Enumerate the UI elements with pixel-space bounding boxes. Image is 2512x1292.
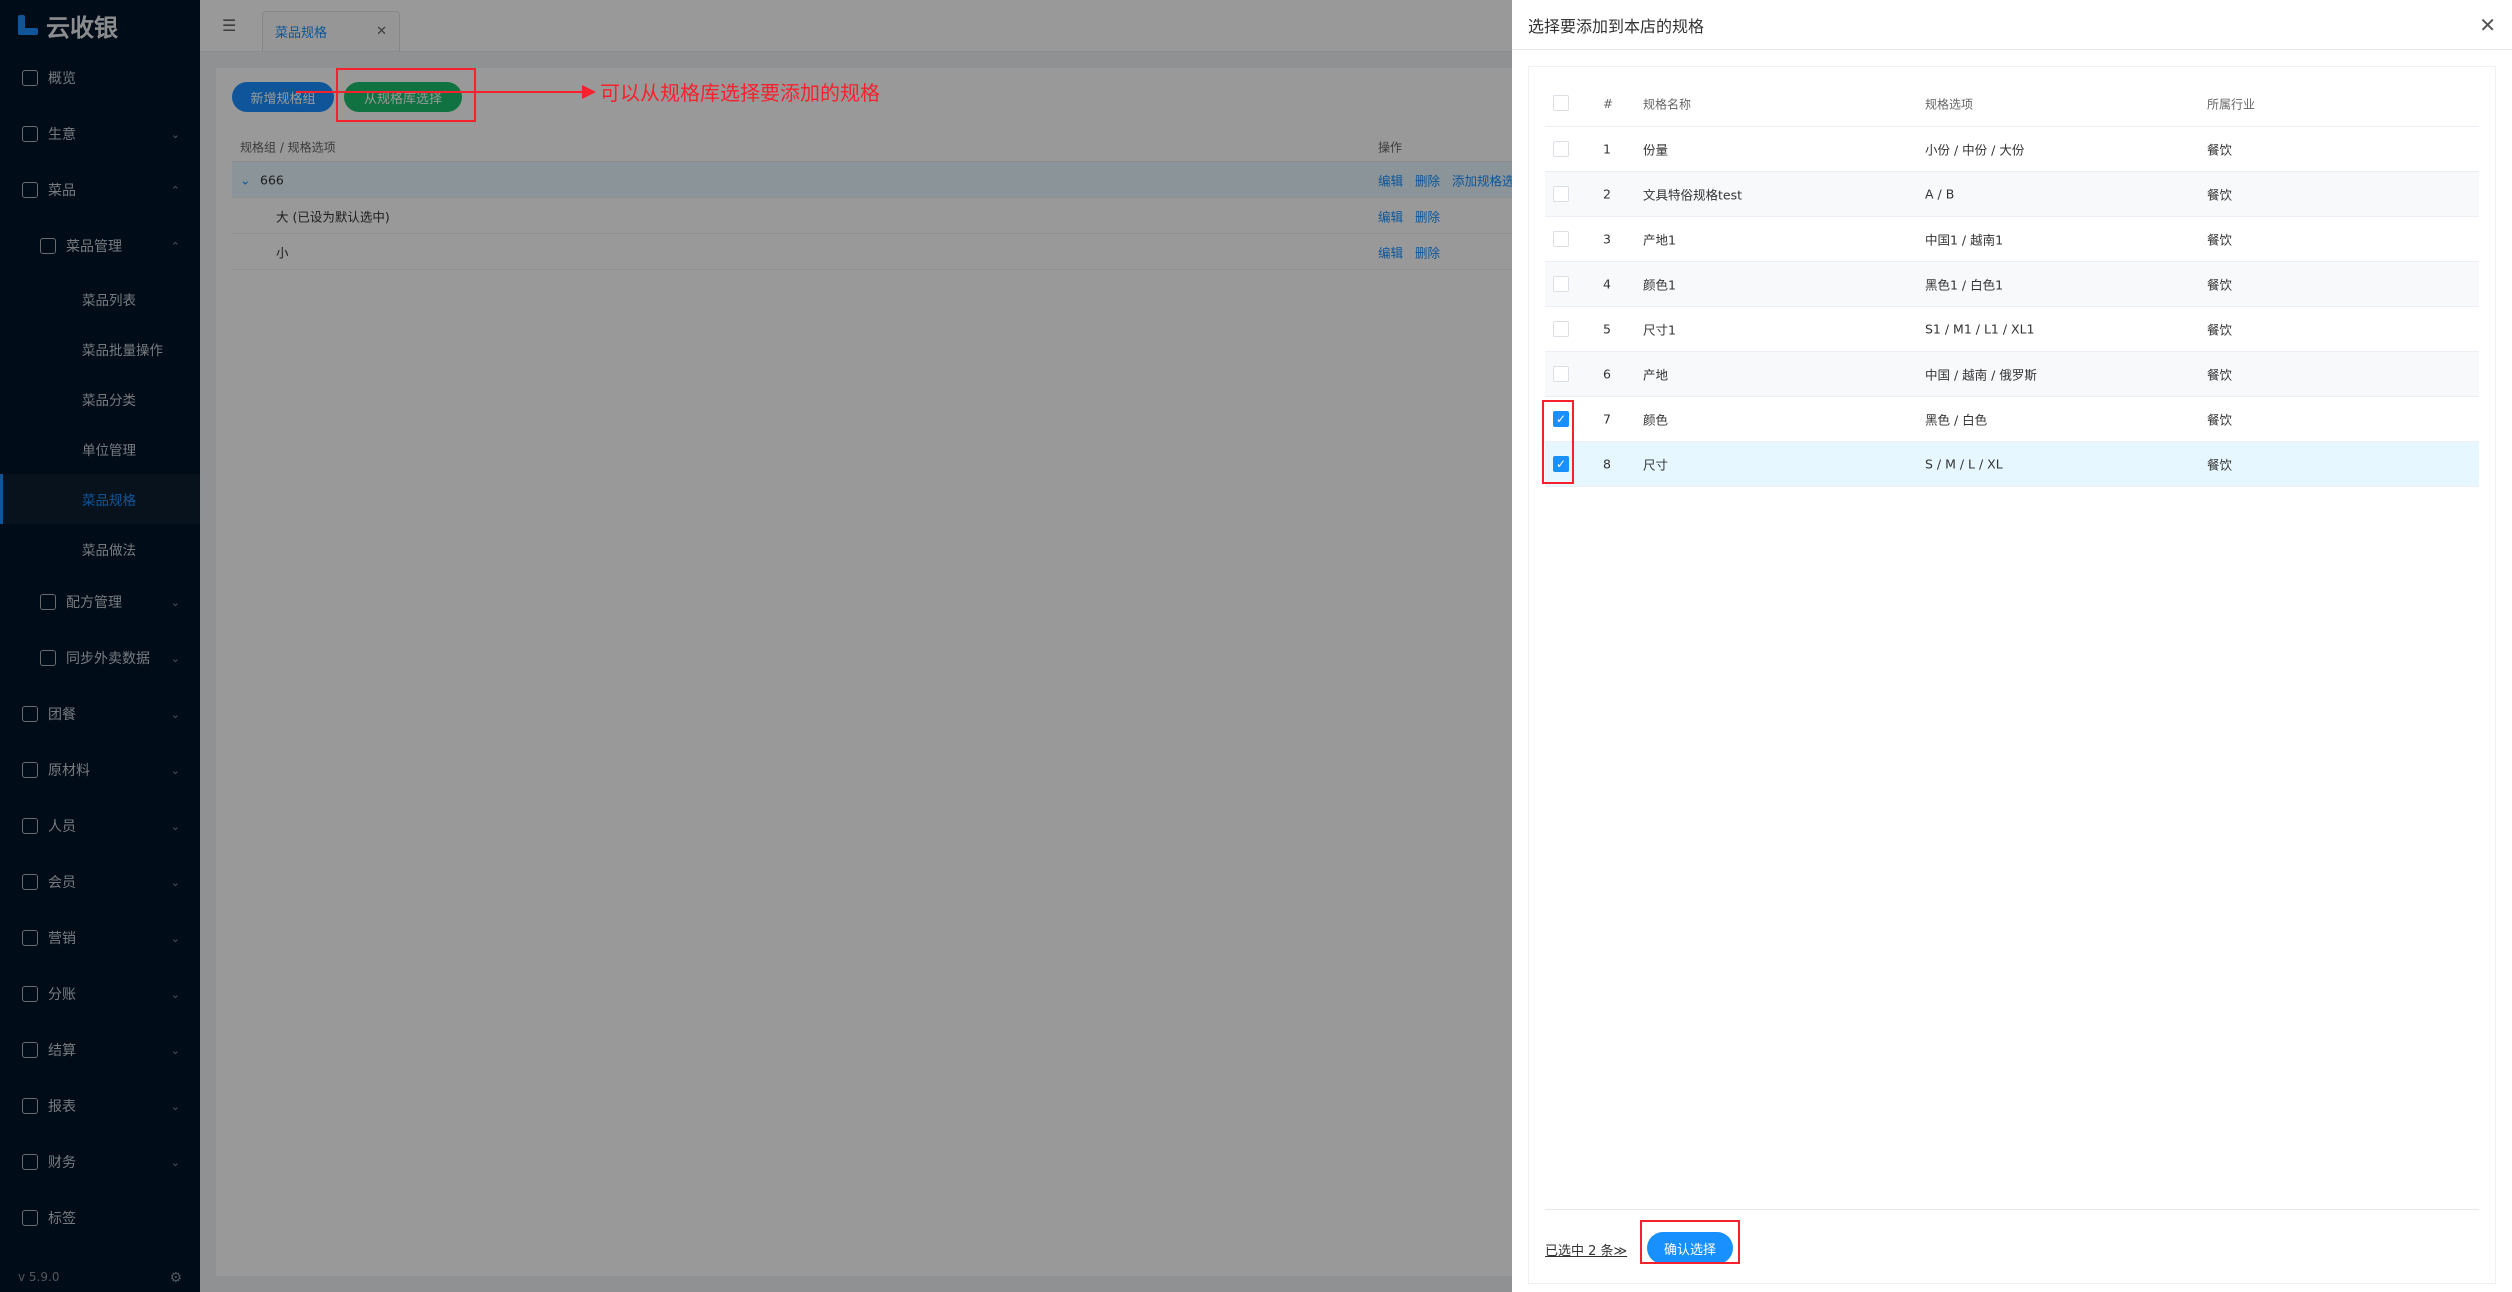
selected-count[interactable]: 已选中 2 条≫	[1545, 1240, 1627, 1259]
col-industry: 所属行业	[2207, 97, 2256, 111]
row-checkbox[interactable]	[1553, 276, 1569, 292]
row-index: 7	[1603, 411, 1611, 427]
row-index: 5	[1603, 321, 1611, 337]
row-checkbox[interactable]	[1553, 141, 1569, 157]
drawer-header: 选择要添加到本店的规格 ✕	[1512, 0, 2512, 50]
spec-name: 产地1	[1643, 232, 1676, 248]
spec-name: 产地	[1643, 367, 1669, 383]
spec-name: 颜色1	[1643, 277, 1676, 293]
row-checkbox[interactable]	[1553, 231, 1569, 247]
row-checkbox[interactable]	[1553, 186, 1569, 202]
highlight-box	[336, 68, 476, 122]
spec-options: 中国 / 越南 / 俄罗斯	[1925, 367, 2037, 383]
annotation-text: 可以从规格库选择要添加的规格	[600, 81, 880, 105]
spec-name: 尺寸	[1643, 457, 1669, 473]
spec-options: 黑色 / 白色	[1925, 412, 1988, 428]
row-index: 1	[1603, 141, 1611, 157]
annotation-arrow	[296, 91, 586, 93]
spec-options: 小份 / 中份 / 大份	[1925, 142, 2025, 158]
spec-options: S / M / L / XL	[1925, 456, 2003, 472]
industry: 餐饮	[2207, 367, 2233, 383]
table-row[interactable]: 6 产地 中国 / 越南 / 俄罗斯 餐饮	[1545, 352, 2479, 397]
spec-options: 黑色1 / 白色1	[1925, 277, 2004, 293]
row-index: 3	[1603, 231, 1611, 247]
spec-name: 颜色	[1643, 412, 1669, 428]
industry: 餐饮	[2207, 187, 2233, 203]
table-row[interactable]: 4 颜色1 黑色1 / 白色1 餐饮	[1545, 262, 2479, 307]
industry: 餐饮	[2207, 277, 2233, 293]
spec-name: 尺寸1	[1643, 322, 1676, 338]
table-row[interactable]: 1 份量 小份 / 中份 / 大份 餐饮	[1545, 127, 2479, 172]
select-spec-drawer: 选择要添加到本店的规格 ✕ # 规格名称 规格选项 所属行业 1 份量 小份 / 中…	[1512, 0, 2512, 1292]
row-checkbox[interactable]	[1553, 366, 1569, 382]
drawer-body: # 规格名称 规格选项 所属行业 1 份量 小份 / 中份 / 大份 餐饮 2 文具特俗规…	[1528, 66, 2496, 1284]
modal-overlay[interactable]	[0, 0, 1512, 1292]
industry: 餐饮	[2207, 142, 2233, 158]
col-name: 规格名称	[1643, 97, 1692, 111]
col-options: 规格选项	[1925, 97, 1974, 111]
table-row[interactable]: 5 尺寸1 S1 / M1 / L1 / XL1 餐饮	[1545, 307, 2479, 352]
spec-name: 文具特俗规格test	[1643, 187, 1743, 203]
drawer-title: 选择要添加到本店的规格	[1528, 16, 1705, 36]
close-icon[interactable]: ✕	[2479, 13, 2496, 37]
row-checkbox[interactable]	[1553, 321, 1569, 337]
arrow-head-icon	[582, 85, 596, 99]
spec-options: 中国1 / 越南1	[1925, 232, 2004, 248]
table-row[interactable]: ✓ 7 颜色 黑色 / 白色 餐饮	[1545, 397, 2479, 442]
spec-library-table: # 规格名称 规格选项 所属行业 1 份量 小份 / 中份 / 大份 餐饮 2 文具特俗规…	[1545, 81, 2479, 487]
highlight-box	[1640, 1220, 1740, 1264]
table-row[interactable]: 3 产地1 中国1 / 越南1 餐饮	[1545, 217, 2479, 262]
select-all-checkbox[interactable]	[1553, 95, 1569, 111]
table-header: # 规格名称 规格选项 所属行业	[1545, 81, 2479, 127]
row-index: 4	[1603, 276, 1611, 292]
table-row[interactable]: ✓ 8 尺寸 S / M / L / XL 餐饮	[1545, 442, 2479, 487]
spec-name: 份量	[1643, 142, 1669, 158]
col-index: #	[1603, 96, 1614, 111]
industry: 餐饮	[2207, 412, 2233, 428]
row-index: 2	[1603, 186, 1611, 202]
industry: 餐饮	[2207, 322, 2233, 338]
table-row[interactable]: 2 文具特俗规格test A / B 餐饮	[1545, 172, 2479, 217]
industry: 餐饮	[2207, 457, 2233, 473]
spec-options: S1 / M1 / L1 / XL1	[1925, 321, 2035, 337]
row-index: 8	[1603, 456, 1611, 472]
row-index: 6	[1603, 366, 1611, 382]
highlight-box	[1542, 400, 1574, 484]
industry: 餐饮	[2207, 232, 2233, 248]
spec-options: A / B	[1925, 186, 1955, 202]
table-body: 1 份量 小份 / 中份 / 大份 餐饮 2 文具特俗规格test A / B 餐饮 3 产地1 中…	[1545, 127, 2479, 487]
